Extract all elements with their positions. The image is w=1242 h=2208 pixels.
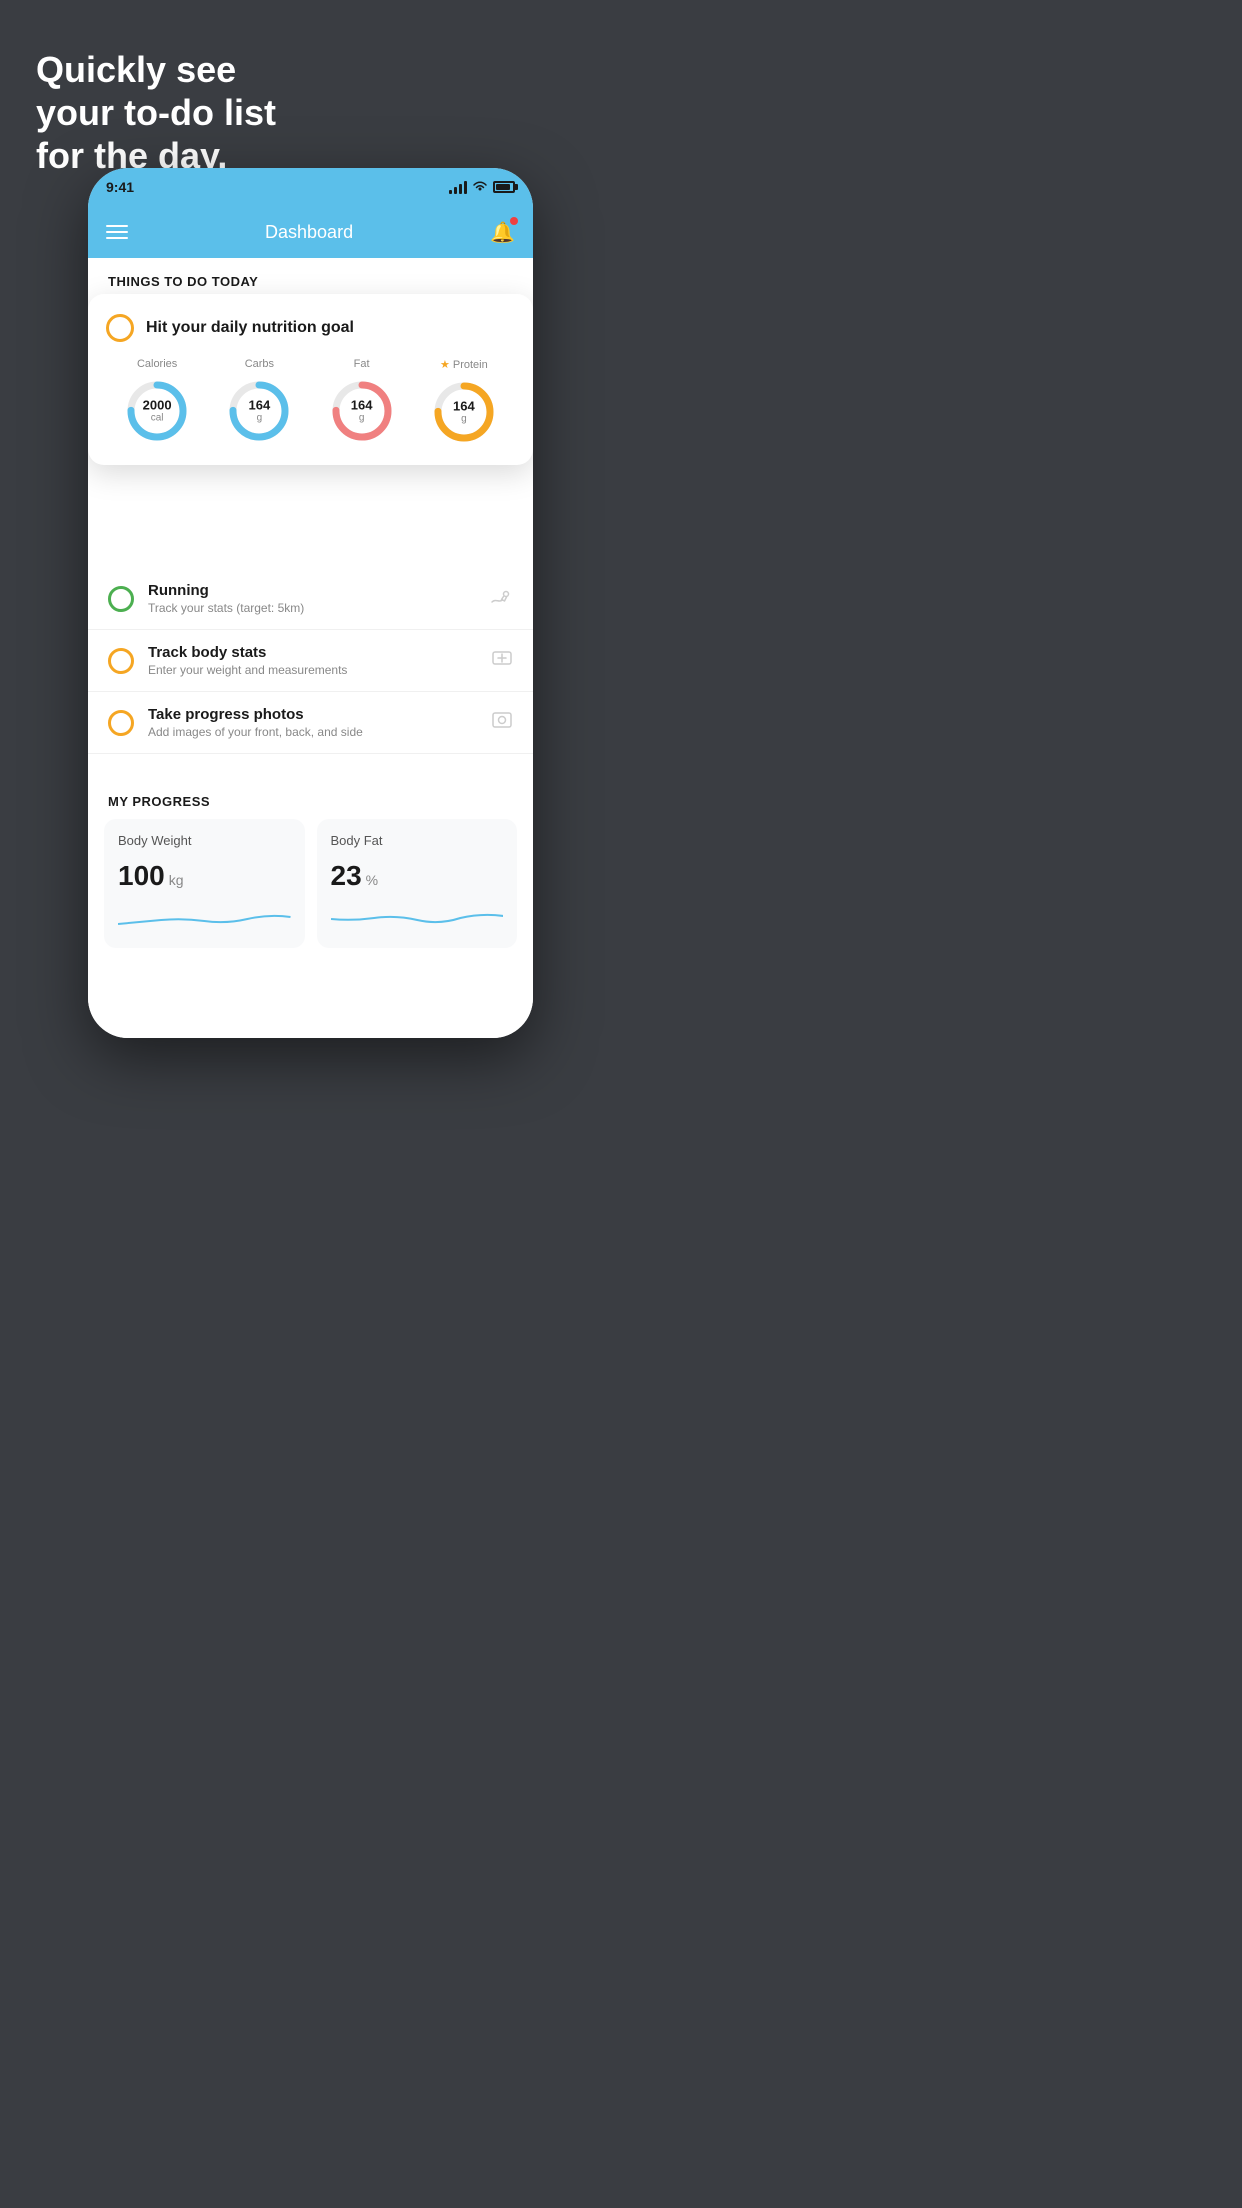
running-subtitle: Track your stats (target: 5km) bbox=[148, 601, 475, 615]
body-fat-unit: % bbox=[366, 872, 378, 888]
fat-ring: 164 g bbox=[327, 376, 397, 446]
phone-mockup: 9:41 Dashboard bbox=[88, 168, 533, 1038]
nutrition-item-carbs: Carbs 164 g bbox=[224, 358, 294, 446]
status-icons bbox=[449, 180, 515, 195]
carbs-label: Carbs bbox=[245, 358, 274, 370]
hamburger-icon[interactable] bbox=[106, 225, 128, 239]
fat-label: Fat bbox=[354, 358, 370, 370]
protein-star-icon: ★ bbox=[440, 358, 450, 371]
running-checkbox[interactable] bbox=[108, 586, 134, 612]
body-weight-chart bbox=[118, 904, 291, 934]
todo-item-body-stats[interactable]: Track body stats Enter your weight and m… bbox=[88, 630, 533, 692]
photos-subtitle: Add images of your front, back, and side bbox=[148, 725, 477, 739]
body-weight-number: 100 bbox=[118, 860, 165, 892]
protein-value: 164 g bbox=[453, 399, 475, 424]
running-title: Running bbox=[148, 582, 475, 599]
body-weight-card[interactable]: Body Weight 100 kg bbox=[104, 819, 305, 948]
body-fat-value: 23 % bbox=[331, 860, 504, 892]
nutrition-card-title: Hit your daily nutrition goal bbox=[146, 319, 354, 337]
progress-section-title: MY PROGRESS bbox=[88, 778, 533, 819]
nutrition-card: Hit your daily nutrition goal Calories 2… bbox=[88, 294, 533, 465]
nutrition-circles: Calories 2000 cal Carbs bbox=[106, 358, 515, 447]
photos-title: Take progress photos bbox=[148, 706, 477, 723]
carbs-value: 164 g bbox=[249, 398, 271, 423]
body-fat-chart bbox=[331, 904, 504, 934]
wifi-icon bbox=[472, 180, 488, 195]
progress-section: MY PROGRESS Body Weight 100 kg bbox=[88, 778, 533, 968]
progress-cards: Body Weight 100 kg Body Fat 23 bbox=[88, 819, 533, 948]
todo-item-photos[interactable]: Take progress photos Add images of your … bbox=[88, 692, 533, 754]
calories-value: 2000 cal bbox=[143, 398, 172, 423]
carbs-ring: 164 g bbox=[224, 376, 294, 446]
nutrition-item-fat: Fat 164 g bbox=[327, 358, 397, 446]
body-fat-card[interactable]: Body Fat 23 % bbox=[317, 819, 518, 948]
body-weight-unit: kg bbox=[169, 872, 184, 888]
running-icon bbox=[489, 586, 513, 611]
nutrition-title-row: Hit your daily nutrition goal bbox=[106, 314, 515, 342]
body-fat-card-title: Body Fat bbox=[331, 833, 504, 848]
todo-item-running[interactable]: Running Track your stats (target: 5km) bbox=[88, 568, 533, 630]
protein-label: ★ Protein bbox=[440, 358, 488, 371]
photos-icon bbox=[491, 709, 513, 736]
header-title: Dashboard bbox=[265, 222, 353, 243]
background-headline: Quickly see your to-do list for the day. bbox=[36, 48, 276, 178]
bell-icon[interactable]: 🔔 bbox=[490, 220, 515, 245]
nutrition-item-calories: Calories 2000 cal bbox=[122, 358, 192, 446]
headline-line2: your to-do list bbox=[36, 91, 276, 134]
photos-text: Take progress photos Add images of your … bbox=[148, 706, 477, 739]
body-fat-number: 23 bbox=[331, 860, 362, 892]
todo-list: Running Track your stats (target: 5km) T… bbox=[88, 568, 533, 754]
body-stats-checkbox[interactable] bbox=[108, 648, 134, 674]
fat-value: 164 g bbox=[351, 398, 373, 423]
notification-dot bbox=[510, 217, 518, 225]
content-area: THINGS TO DO TODAY Hit your daily nutrit… bbox=[88, 258, 533, 1038]
nutrition-checkbox[interactable] bbox=[106, 314, 134, 342]
body-stats-title: Track body stats bbox=[148, 644, 477, 661]
running-text: Running Track your stats (target: 5km) bbox=[148, 582, 475, 615]
body-weight-card-title: Body Weight bbox=[118, 833, 291, 848]
headline-line1: Quickly see bbox=[36, 48, 276, 91]
things-section-header: THINGS TO DO TODAY bbox=[88, 258, 533, 297]
calories-ring: 2000 cal bbox=[122, 376, 192, 446]
app-header: Dashboard 🔔 bbox=[88, 206, 533, 258]
status-bar: 9:41 bbox=[88, 168, 533, 206]
photos-checkbox[interactable] bbox=[108, 710, 134, 736]
body-weight-value: 100 kg bbox=[118, 860, 291, 892]
calories-label: Calories bbox=[137, 358, 177, 370]
signal-icon bbox=[449, 181, 467, 194]
status-time: 9:41 bbox=[106, 179, 134, 195]
battery-icon bbox=[493, 181, 515, 193]
body-stats-icon bbox=[491, 647, 513, 674]
nutrition-item-protein: ★ Protein 164 g bbox=[429, 358, 499, 447]
body-stats-text: Track body stats Enter your weight and m… bbox=[148, 644, 477, 677]
body-stats-subtitle: Enter your weight and measurements bbox=[148, 663, 477, 677]
protein-ring: 164 g bbox=[429, 377, 499, 447]
